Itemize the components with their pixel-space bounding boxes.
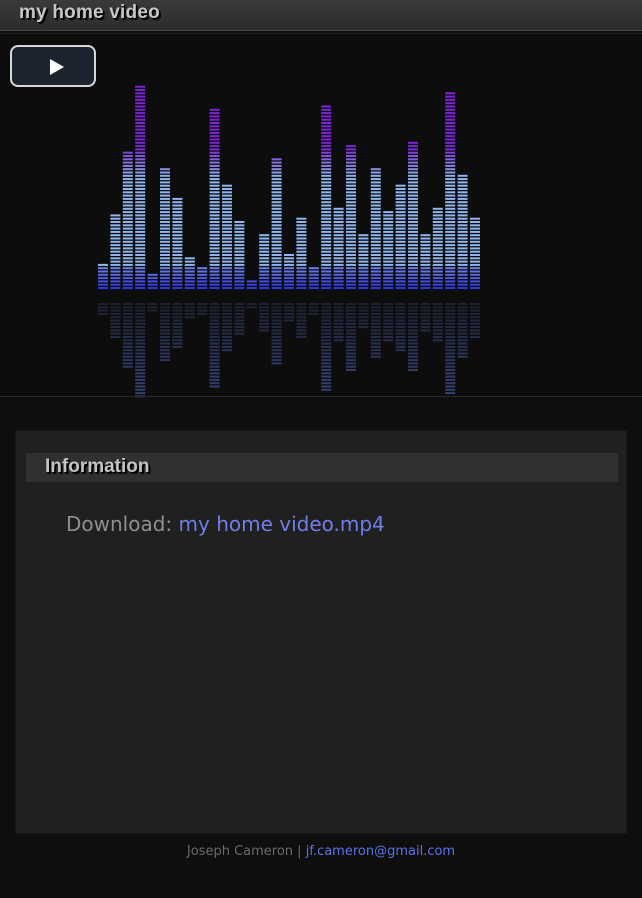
download-link[interactable]: my home video.mp4 <box>179 512 385 536</box>
equalizer-bar <box>122 151 133 368</box>
video-divider <box>0 396 642 397</box>
footer-name: Joseph Cameron <box>186 844 294 859</box>
equalizer-bar <box>271 158 282 365</box>
equalizer-bar <box>246 280 257 309</box>
info-title: Information <box>45 456 150 477</box>
equalizer-bar <box>172 197 183 348</box>
equalizer-bar <box>470 217 480 338</box>
equalizer-bar <box>420 234 431 332</box>
equalizer-bar <box>395 184 406 352</box>
equalizer-bar <box>333 207 344 342</box>
equalizer-bar <box>197 267 208 315</box>
equalizer-bar <box>432 207 443 342</box>
download-row: Download: my home video.mp4 <box>66 512 385 536</box>
equalizer-bar <box>284 254 294 322</box>
equalizer-bar <box>308 267 319 315</box>
equalizer-bar <box>370 168 381 358</box>
equalizer-bar <box>408 141 418 371</box>
equalizer-bar <box>110 214 121 338</box>
equalizer-bar <box>209 108 220 388</box>
equalizer-bar <box>445 92 456 395</box>
equalizer-bar <box>259 234 270 332</box>
footer: Joseph Cameron | jf.cameron@gmail.com <box>0 844 642 859</box>
equalizer-bar <box>98 263 108 315</box>
equalizer-bar <box>383 211 394 342</box>
play-icon <box>50 59 64 75</box>
equalizer-bar <box>296 217 307 338</box>
equalizer-bar <box>321 105 332 391</box>
info-header: Information <box>26 453 618 482</box>
play-button[interactable] <box>10 45 96 87</box>
info-panel: Information Download: my home video.mp4 <box>15 430 627 834</box>
equalizer-bar <box>147 273 158 312</box>
footer-separator: | <box>293 844 306 859</box>
equalizer-bar <box>234 221 245 335</box>
equalizer-bar <box>160 168 170 362</box>
equalizer-bar <box>184 257 195 319</box>
equalizer-bar <box>358 234 369 329</box>
equalizer-bar <box>457 174 468 358</box>
equalizer-visualization <box>98 85 480 398</box>
footer-email-link[interactable]: jf.cameron@gmail.com <box>306 844 455 859</box>
equalizer-bar <box>346 145 356 371</box>
download-label: Download: <box>66 512 179 536</box>
equalizer-bar <box>135 85 146 398</box>
equalizer-bar <box>222 184 232 352</box>
